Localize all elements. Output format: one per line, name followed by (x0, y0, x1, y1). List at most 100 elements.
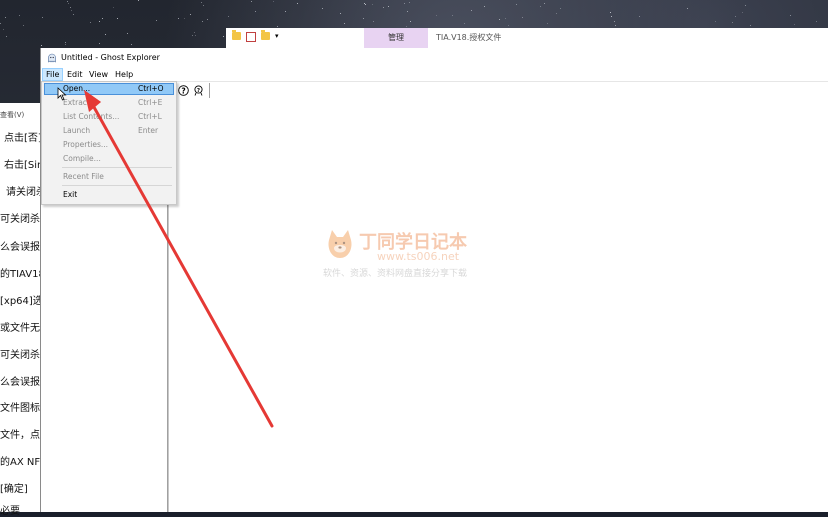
menu-view[interactable]: View (86, 68, 111, 81)
background-text-line: 点击[否] (4, 133, 42, 144)
star (373, 21, 374, 22)
new-folder-icon[interactable] (261, 30, 270, 40)
star (610, 12, 611, 13)
star (184, 18, 185, 19)
svg-text:?: ? (181, 86, 185, 95)
star (202, 21, 203, 22)
star (6, 36, 7, 37)
star (285, 11, 286, 12)
star (203, 5, 204, 6)
star (436, 15, 437, 16)
star (452, 15, 453, 16)
menu-help[interactable]: Help (112, 68, 136, 81)
star (19, 15, 20, 16)
manage-tab[interactable]: 管理 (364, 28, 428, 48)
background-text-line: 的TIAV18 (0, 269, 45, 280)
star (409, 2, 410, 3)
folder-icon[interactable] (232, 30, 241, 40)
star (372, 4, 373, 5)
star (540, 6, 541, 7)
star (322, 8, 323, 9)
star (113, 7, 114, 8)
star (3, 29, 4, 30)
background-explorer-title: TIA.V18.授权文件 (436, 33, 502, 42)
star (273, 1, 274, 2)
star (614, 21, 615, 22)
menu-bar: File Edit View Help (41, 68, 828, 81)
star (277, 26, 278, 27)
star (816, 21, 817, 22)
background-text-line: 么会误报 (0, 242, 40, 253)
menu-item-list-contents[interactable]: List Contents... Ctrl+L (44, 111, 174, 123)
menu-item-compile[interactable]: Compile... (44, 153, 174, 165)
background-text-line: 文件图标 (0, 403, 40, 414)
menu-item-launch[interactable]: Launch Enter (44, 125, 174, 137)
star (790, 15, 791, 16)
star (23, 25, 24, 26)
star (794, 24, 795, 25)
background-text-line: 必要 (0, 506, 20, 517)
menu-file[interactable]: File (42, 68, 64, 81)
star (344, 23, 345, 24)
star (228, 16, 229, 17)
background-explorer-toolbar: ▾ 管理 TIA.V18.授权文件 (226, 28, 828, 49)
watermark-subtitle: 软件、资源、资料网盘直接分享下载 (323, 269, 468, 279)
star (156, 20, 157, 21)
menu-item-recent-file[interactable]: Recent File (44, 171, 174, 183)
star (407, 11, 408, 12)
help-icon[interactable]: ? (178, 85, 189, 96)
dropdown-arrow-icon[interactable]: ▾ (275, 32, 279, 42)
properties-icon[interactable] (246, 32, 256, 42)
menu-separator (62, 185, 172, 186)
star (5, 17, 6, 18)
background-text-line: [确定] (0, 484, 28, 495)
star (735, 16, 736, 17)
contents-pane[interactable] (168, 99, 828, 512)
star (687, 8, 688, 9)
star (255, 11, 256, 12)
title-bar[interactable]: Untitled - Ghost Explorer (41, 48, 828, 68)
context-help-icon[interactable]: ? (193, 85, 204, 96)
toolbar-separator (209, 83, 210, 98)
star (615, 25, 616, 26)
star (484, 6, 485, 7)
ghost-explorer-app-icon (48, 53, 56, 63)
star (131, 44, 132, 45)
star (201, 2, 202, 3)
star (639, 16, 640, 17)
menu-item-properties[interactable]: Properties... (44, 139, 174, 151)
star (742, 12, 743, 13)
background-text-line: 么会误报 (0, 377, 40, 388)
star (745, 5, 746, 6)
star (65, 42, 66, 43)
star (522, 17, 523, 18)
menu-item-exit[interactable]: Exit (44, 189, 174, 201)
star (750, 25, 751, 26)
star (65, 44, 66, 45)
star (70, 7, 71, 8)
star (105, 34, 106, 35)
star (732, 22, 733, 23)
star (499, 19, 500, 20)
star (192, 35, 193, 36)
star (178, 18, 179, 19)
star (383, 7, 384, 8)
star (544, 3, 545, 4)
star (102, 18, 103, 19)
star (0, 23, 1, 24)
star (365, 4, 366, 5)
watermark: 丁同学日记本 www.ts006.net 软件、资源、资料网盘直接分享下载 (323, 228, 503, 284)
menu-edit[interactable]: Edit (64, 68, 86, 81)
star (127, 33, 128, 34)
star (251, 1, 252, 2)
background-text-line: [xp64]选 (0, 296, 43, 307)
star (90, 22, 91, 23)
star (67, 1, 68, 2)
star (406, 26, 407, 27)
star (505, 18, 506, 19)
star (508, 25, 509, 26)
star (71, 10, 72, 11)
star (207, 19, 208, 20)
star (547, 23, 548, 24)
star (223, 36, 224, 37)
